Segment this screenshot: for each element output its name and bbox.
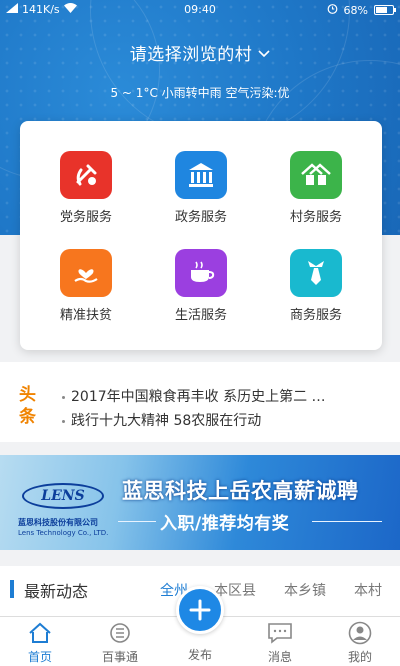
service-label: 村务服务	[289, 210, 342, 225]
user-icon	[330, 621, 390, 645]
party-emblem-icon	[60, 151, 112, 199]
headline-item[interactable]: 践行十九大精神 58农服在行动	[62, 410, 261, 430]
government-building-icon	[175, 151, 227, 199]
bullet-icon	[62, 419, 65, 423]
recruitment-banner[interactable]: LENS 蓝思科技股份有限公司 Lens Technology Co., LTD…	[0, 455, 400, 550]
service-label: 生活服务	[174, 308, 227, 323]
service-label: 党务服务	[59, 210, 112, 225]
village-selector[interactable]: 请选择浏览的村	[0, 40, 400, 65]
divider	[312, 521, 382, 522]
nav-label: 消息	[267, 650, 292, 664]
necktie-icon	[290, 249, 342, 297]
service-poverty-alleviation[interactable]: 精准扶贫	[36, 249, 136, 323]
service-label: 精准扶贫	[59, 308, 112, 323]
headlines-section: 头条 2017年中国粮食再丰收 系历史上第二 … 践行十九大精神 58农服在行动	[0, 362, 400, 442]
headline-text: 2017年中国粮食再丰收 系历史上第二 …	[71, 389, 326, 405]
bullet-icon	[62, 395, 65, 399]
battery-percent: 68%	[343, 3, 368, 17]
service-party[interactable]: 党务服务	[36, 151, 136, 225]
nav-home[interactable]: 首页	[10, 621, 70, 665]
service-government[interactable]: 政务服务	[151, 151, 251, 225]
headline-text: 践行十九大精神 58农服在行动	[71, 413, 262, 429]
service-label: 政务服务	[174, 210, 227, 225]
nav-baishitong[interactable]: 百事通	[90, 621, 150, 665]
banner-subtitle: 入职/推荐均有奖	[160, 514, 290, 534]
service-life[interactable]: 生活服务	[151, 249, 251, 323]
nav-label: 首页	[27, 650, 52, 664]
service-village[interactable]: 村务服务	[266, 151, 366, 225]
services-card: 党务服务 政务服务 村务服务 精准扶贫 生活服务 商务服务	[20, 121, 382, 350]
nav-label: 我的	[347, 650, 372, 664]
headline-badge: 头条	[19, 385, 36, 427]
heart-hand-icon	[60, 249, 112, 297]
message-icon	[250, 621, 310, 645]
banner-title: 蓝思科技上岳农高薪诚聘	[122, 479, 359, 503]
battery-icon	[374, 5, 396, 15]
tab-township[interactable]: 本乡镇	[284, 580, 326, 600]
lens-logo: LENS	[22, 483, 104, 509]
latest-title: 最新动态	[24, 582, 89, 601]
alarm-icon	[327, 3, 338, 17]
village-selector-label: 请选择浏览的村	[129, 45, 253, 65]
app-screen: 141K/s 09:40 68% 请选择浏览的村 5 ~ 1°C 小雨转中雨 空…	[0, 0, 400, 666]
tab-village[interactable]: 本村	[354, 580, 382, 600]
publish-button[interactable]	[176, 586, 224, 634]
status-bar: 141K/s 09:40 68%	[0, 0, 400, 20]
knowledge-icon	[90, 621, 150, 645]
coffee-cup-icon	[175, 249, 227, 297]
company-name-cn: 蓝思科技股份有限公司	[18, 518, 98, 527]
company-name-en: Lens Technology Co., LTD.	[18, 529, 109, 537]
headline-item[interactable]: 2017年中国粮食再丰收 系历史上第二 …	[62, 386, 326, 406]
service-business[interactable]: 商务服务	[266, 249, 366, 323]
plus-icon	[189, 599, 211, 621]
service-label: 商务服务	[289, 308, 342, 323]
nav-label: 百事通	[101, 650, 138, 664]
weather-info: 5 ~ 1°C 小雨转中雨 空气污染:优	[110, 86, 290, 100]
section-accent-bar	[10, 580, 14, 598]
village-houses-icon	[290, 151, 342, 199]
publish-label: 发布	[187, 648, 212, 662]
chevron-down-icon	[258, 43, 270, 63]
home-icon	[10, 621, 70, 645]
divider	[118, 521, 156, 522]
nav-messages[interactable]: 消息	[250, 621, 310, 665]
nav-mine[interactable]: 我的	[330, 621, 390, 665]
